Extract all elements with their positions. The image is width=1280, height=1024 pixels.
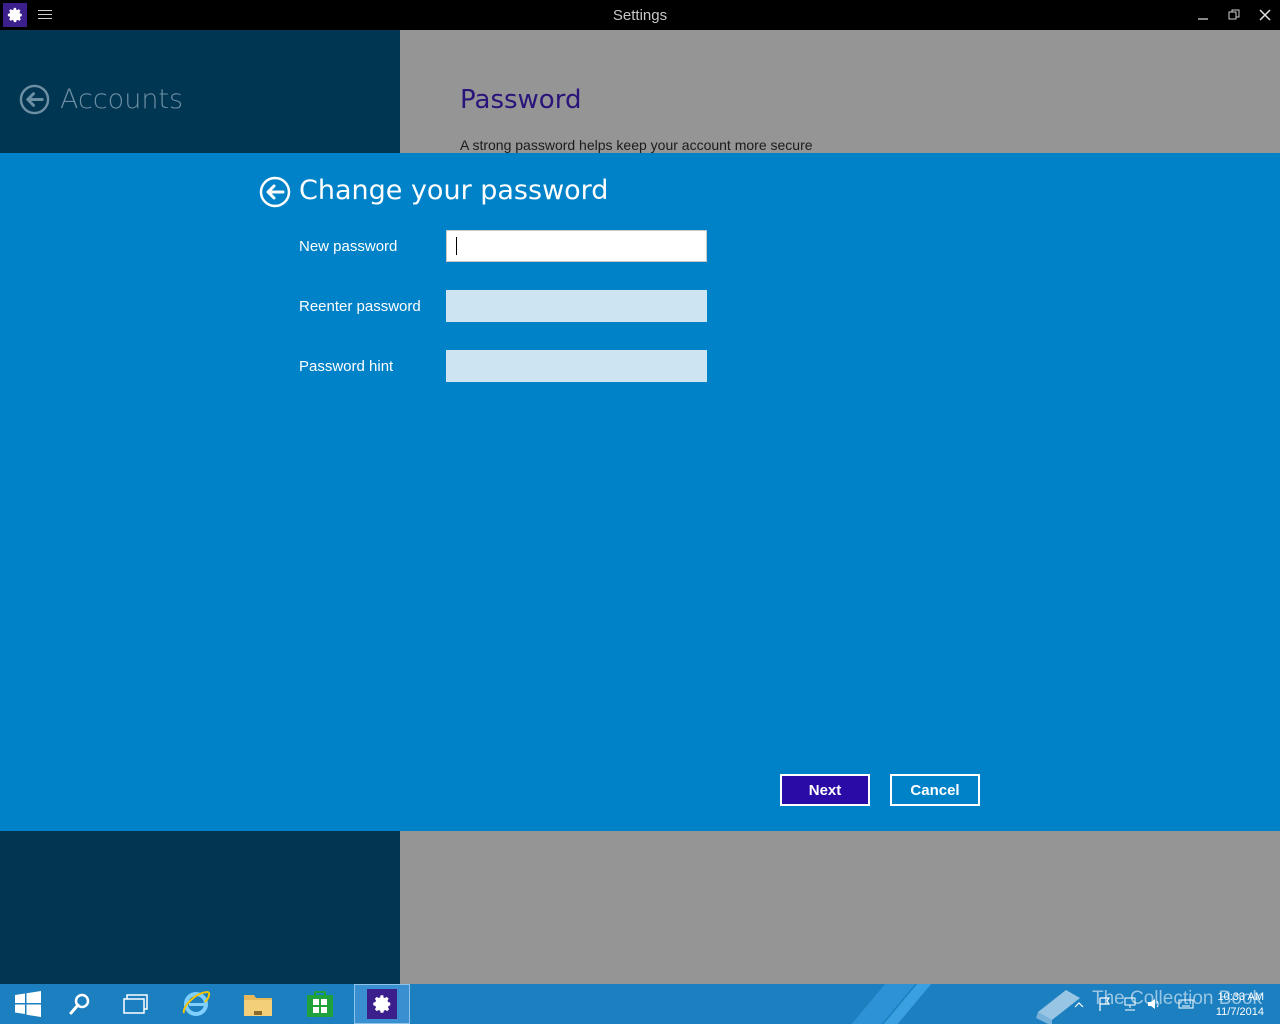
password-hint-input[interactable]: [446, 350, 707, 382]
clock-time: 10:33 AM: [1217, 991, 1264, 1003]
clock-date: 11/7/2014: [1215, 1006, 1264, 1018]
section-title: Accounts: [60, 84, 184, 115]
file-explorer-icon[interactable]: [230, 984, 286, 1024]
password-hint-label: Password hint: [299, 358, 394, 375]
volume-icon[interactable]: [1146, 996, 1162, 1012]
reenter-password-input[interactable]: [446, 290, 707, 322]
task-view-icon[interactable]: [108, 984, 164, 1024]
text-caret: [456, 237, 457, 255]
new-password-label: New password: [299, 238, 398, 255]
taskbar: The Collection Book 10:33 AM 11/7/2014: [0, 984, 1280, 1024]
page-title: Password: [460, 85, 582, 115]
title-bar: Settings: [0, 0, 1280, 30]
settings-icon: [367, 989, 397, 1019]
show-hidden-icons-icon[interactable]: [1073, 996, 1089, 1012]
next-button[interactable]: Next: [780, 774, 870, 806]
clock[interactable]: 10:33 AM 11/7/2014: [1216, 990, 1264, 1020]
close-button[interactable]: [1252, 4, 1278, 26]
dialog-back-arrow-icon[interactable]: [259, 176, 291, 208]
cancel-button[interactable]: Cancel: [890, 774, 980, 806]
restore-button[interactable]: [1221, 4, 1247, 26]
action-center-flag-icon[interactable]: [1097, 996, 1113, 1012]
back-arrow-icon[interactable]: [19, 84, 50, 115]
page-description: A strong password helps keep your accoun…: [460, 137, 813, 153]
window-title: Settings: [612, 7, 668, 24]
store-icon[interactable]: [292, 984, 348, 1024]
network-icon[interactable]: [1122, 996, 1138, 1012]
keyboard-icon[interactable]: [1178, 996, 1194, 1012]
minimize-button[interactable]: [1190, 4, 1216, 26]
dialog-title: Change your password: [299, 175, 609, 206]
reenter-password-label: Reenter password: [299, 298, 421, 315]
new-password-input[interactable]: [446, 230, 707, 262]
settings-taskbar-button[interactable]: [354, 984, 410, 1024]
internet-explorer-icon[interactable]: [168, 984, 224, 1024]
search-icon[interactable]: [52, 984, 108, 1024]
start-icon[interactable]: [0, 984, 56, 1024]
